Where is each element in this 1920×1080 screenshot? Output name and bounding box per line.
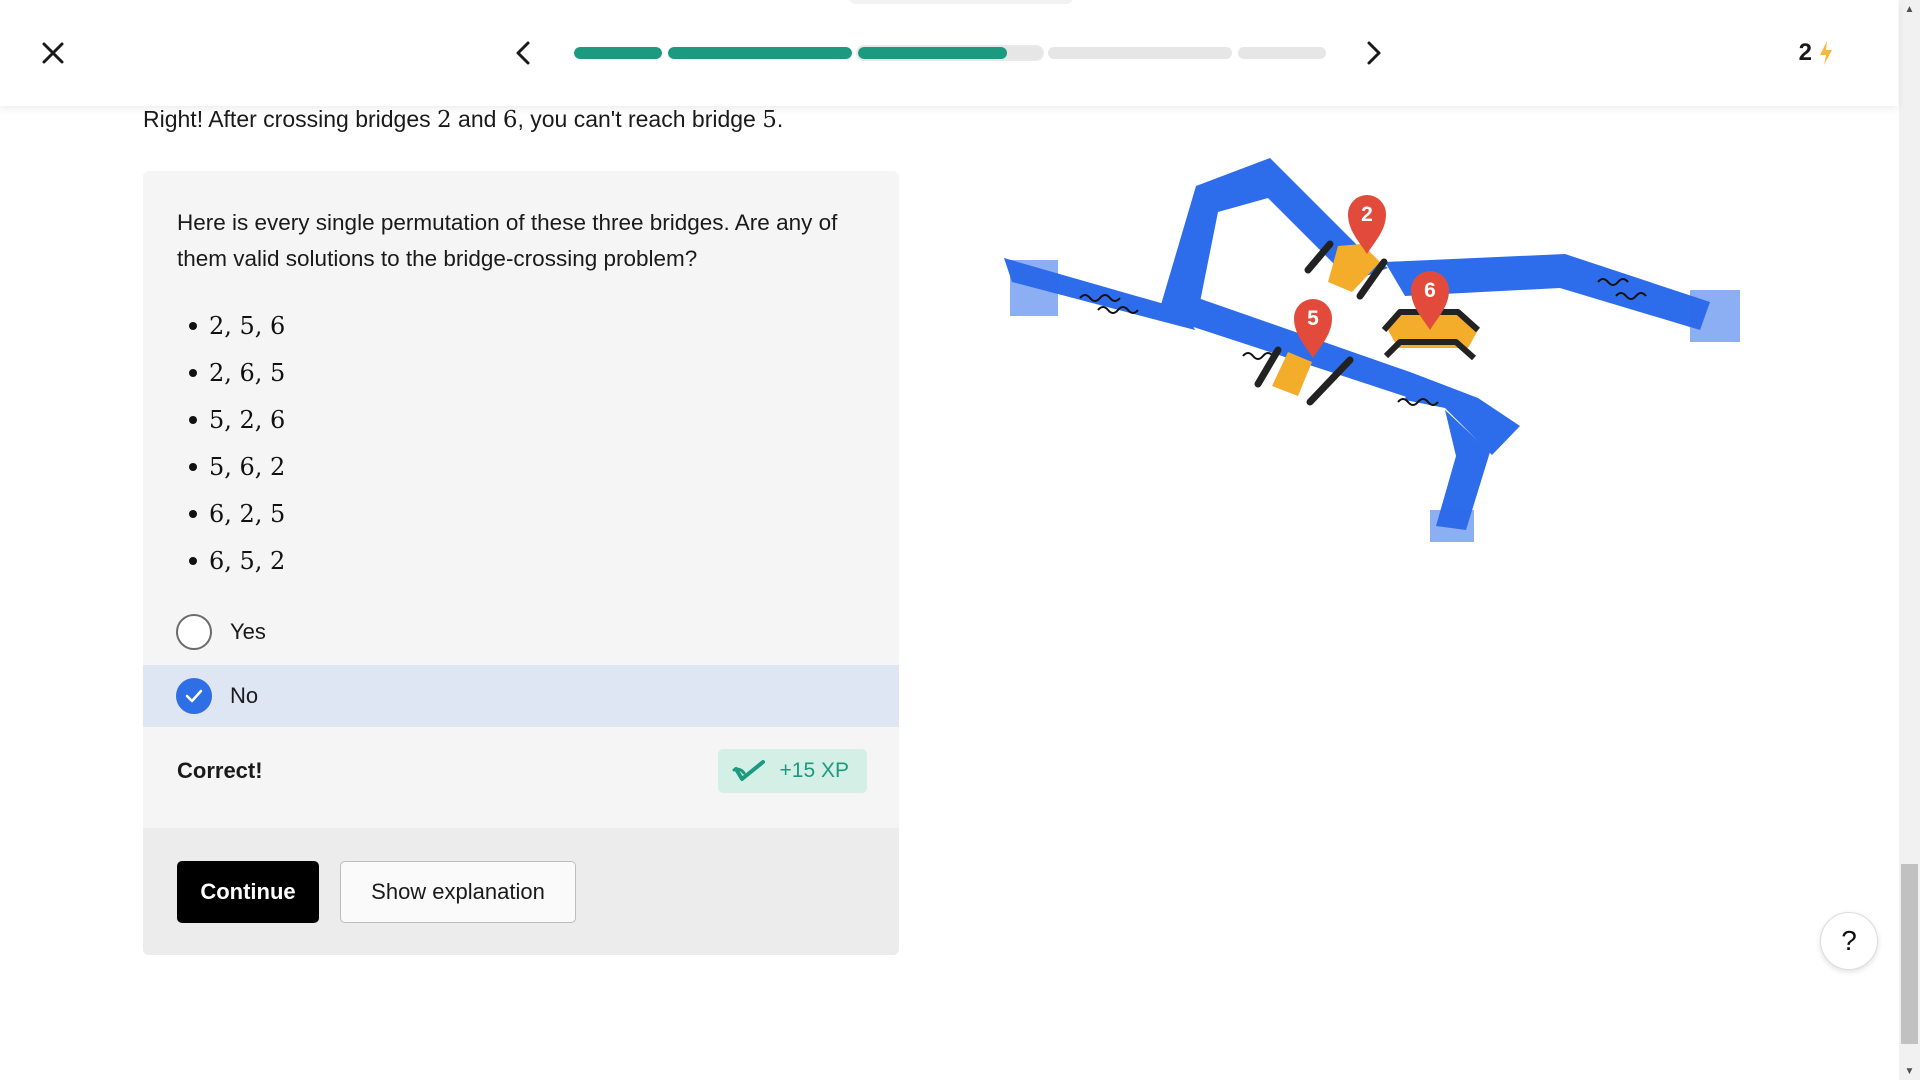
bridge-diagram: 2 5 6 bbox=[1004, 158, 1740, 542]
svg-text:6: 6 bbox=[1424, 279, 1436, 302]
bridge-number: 2 bbox=[437, 107, 452, 133]
feedback-suffix: . bbox=[776, 106, 784, 132]
list-item: 5, 2, 6 bbox=[177, 396, 285, 443]
xp-text: +15 XP bbox=[779, 759, 849, 782]
chevron-right-icon bbox=[1367, 41, 1381, 65]
feedback-mid: , you can't reach bridge bbox=[517, 106, 763, 132]
list-item: 5, 6, 2 bbox=[177, 443, 285, 490]
progress-segment bbox=[574, 47, 662, 59]
question-prompt: Here is every single permutation of thes… bbox=[177, 210, 838, 271]
bullet bbox=[189, 509, 197, 518]
list-item: 2, 6, 5 bbox=[177, 349, 285, 396]
progress-segment bbox=[1238, 47, 1326, 59]
checkmark-icon bbox=[185, 689, 203, 703]
option-label: Yes bbox=[230, 619, 266, 644]
lightning-icon bbox=[1820, 41, 1832, 65]
feedback-text: Right! After crossing bridges 2 and 6, y… bbox=[143, 106, 783, 133]
permutation-text: 2, 6, 5 bbox=[209, 358, 286, 387]
close-button[interactable] bbox=[34, 34, 72, 72]
feedback-prefix: Right! After crossing bridges bbox=[143, 106, 438, 132]
permutation-text: 6, 2, 5 bbox=[209, 499, 286, 528]
permutation-list: 2, 5, 6 2, 6, 5 5, 2, 6 5, 6, 2 6, 2, 5 … bbox=[177, 302, 285, 584]
question-card: Here is every single permutation of thes… bbox=[143, 171, 899, 955]
scroll-down-arrow[interactable]: ▼ bbox=[1899, 1062, 1920, 1080]
svg-text:5: 5 bbox=[1307, 307, 1319, 330]
svg-text:2: 2 bbox=[1361, 203, 1373, 226]
bridge-number: 5 bbox=[762, 107, 777, 133]
close-icon bbox=[42, 42, 64, 64]
next-button[interactable] bbox=[1356, 34, 1392, 72]
radio-button-checked[interactable] bbox=[176, 678, 212, 714]
streak-counter[interactable]: 2 bbox=[1799, 36, 1834, 70]
bullet bbox=[189, 462, 197, 471]
bullet bbox=[189, 321, 197, 330]
list-item: 6, 2, 5 bbox=[177, 490, 285, 537]
progress-segment bbox=[1048, 47, 1232, 59]
option-no[interactable]: No bbox=[143, 665, 899, 727]
bullet bbox=[189, 556, 197, 565]
xp-check-icon bbox=[732, 760, 765, 781]
feedback-mid: and bbox=[451, 106, 503, 132]
permutation-text: 5, 2, 6 bbox=[209, 405, 286, 434]
progress-segment-current bbox=[858, 47, 1042, 59]
list-item: 6, 5, 2 bbox=[177, 537, 285, 584]
show-explanation-button[interactable]: Show explanation bbox=[340, 861, 576, 923]
bridge-number: 6 bbox=[502, 107, 518, 133]
card-footer: Continue Show explanation bbox=[143, 828, 899, 955]
result-text: Correct! bbox=[177, 758, 263, 783]
chevron-left-icon bbox=[516, 41, 530, 65]
list-item: 2, 5, 6 bbox=[177, 302, 285, 349]
radio-button[interactable] bbox=[176, 614, 212, 650]
top-bar: 2 bbox=[0, 0, 1898, 106]
bullet bbox=[189, 368, 197, 377]
help-button[interactable]: ? bbox=[1820, 912, 1878, 970]
result-row: Correct! +15 XP bbox=[177, 749, 867, 793]
scroll-up-arrow[interactable]: ▲ bbox=[1899, 0, 1920, 18]
option-yes[interactable]: Yes bbox=[143, 601, 899, 663]
streak-count: 2 bbox=[1798, 39, 1812, 66]
top-tab-hint bbox=[848, 0, 1074, 4]
continue-button[interactable]: Continue bbox=[177, 861, 319, 923]
progress-segment bbox=[668, 47, 852, 59]
option-label: No bbox=[230, 683, 259, 708]
scrollbar-thumb[interactable] bbox=[1901, 864, 1918, 1044]
previous-button[interactable] bbox=[505, 34, 541, 72]
xp-badge: +15 XP bbox=[717, 749, 867, 793]
scrollbar[interactable]: ▲ ▼ bbox=[1899, 0, 1920, 1080]
permutation-text: 5, 6, 2 bbox=[209, 452, 286, 481]
permutation-text: 2, 5, 6 bbox=[209, 311, 286, 340]
bullet bbox=[189, 415, 197, 424]
permutation-text: 6, 5, 2 bbox=[209, 546, 286, 575]
